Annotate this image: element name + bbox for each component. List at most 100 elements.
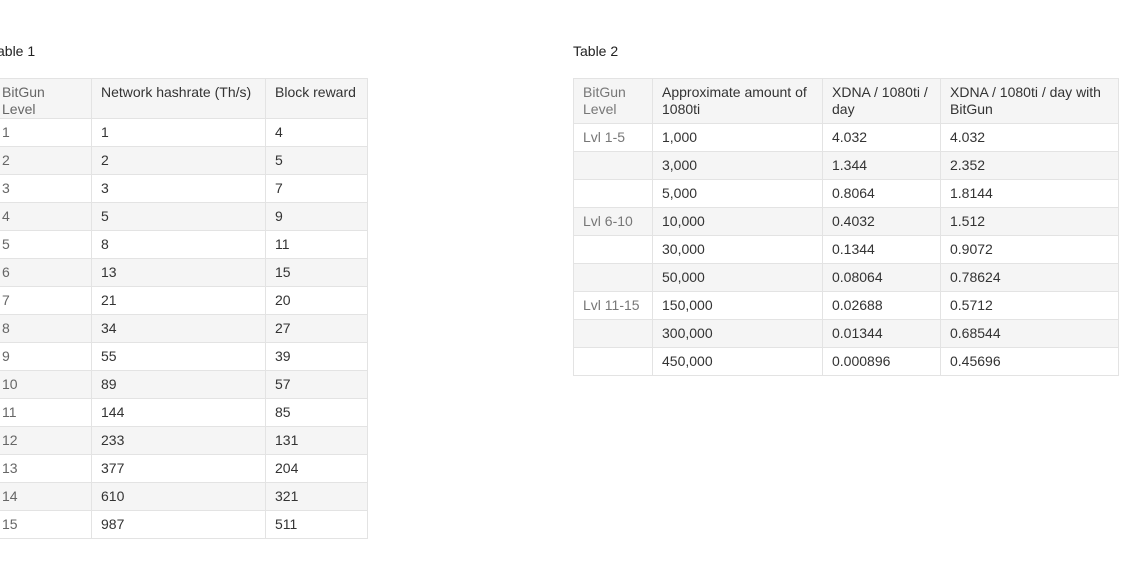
hashrate-cell: 610	[91, 482, 266, 511]
xdna-day-cell: 1.344	[822, 151, 941, 180]
reward-cell: 131	[265, 426, 368, 455]
xdna-day-bitgun-cell: 0.5712	[940, 291, 1119, 320]
table-row: 30,000 0.1344 0.9072	[573, 235, 1119, 264]
table-row: 8 34 27	[0, 314, 368, 343]
reward-cell: 5	[265, 146, 368, 175]
table-row: 14 610 321	[0, 482, 368, 511]
xdna-day-cell: 0.8064	[822, 179, 941, 208]
level-cell: 1	[0, 118, 92, 147]
amount-cell: 300,000	[652, 319, 823, 348]
table-row: 459	[0, 202, 368, 231]
xdna-day-cell: 4.032	[822, 123, 941, 152]
hashrate-cell: 987	[91, 510, 266, 539]
amount-cell: 5,000	[652, 179, 823, 208]
amount-cell: 3,000	[652, 151, 823, 180]
level-cell	[573, 235, 653, 264]
hashrate-cell: 21	[91, 286, 266, 315]
reward-cell: 7	[265, 174, 368, 203]
reward-cell: 85	[265, 398, 368, 427]
level-cell: 9	[0, 342, 92, 371]
level-cell: 7	[0, 286, 92, 315]
hashrate-cell: 144	[91, 398, 266, 427]
table-row: 337	[0, 174, 368, 203]
amount-cell: 1,000	[652, 123, 823, 152]
xdna-day-cell: 0.000896	[822, 347, 941, 376]
level-cell: 6	[0, 258, 92, 287]
page: Table 1 BitGun Level Network hashrate (T…	[0, 0, 1135, 563]
level-cell: 8	[0, 314, 92, 343]
table2: BitGun Level Approximate amount of 1080t…	[573, 78, 1119, 376]
hashrate-cell: 34	[91, 314, 266, 343]
level-cell: Lvl 11-15	[573, 291, 653, 320]
table-row: 3,000 1.344 2.352	[573, 151, 1119, 180]
table2-header-amount: Approximate amount of 1080ti	[652, 78, 823, 124]
xdna-day-bitgun-cell: 4.032	[940, 123, 1119, 152]
reward-cell: 4	[265, 118, 368, 147]
xdna-day-bitgun-cell: 1.8144	[940, 179, 1119, 208]
table1-caption: Table 1	[0, 43, 36, 59]
table-row: 5,000 0.8064 1.8144	[573, 179, 1119, 208]
table-row: 11 144 85	[0, 398, 368, 427]
amount-cell: 10,000	[652, 207, 823, 236]
xdna-day-cell: 0.4032	[822, 207, 941, 236]
level-cell	[573, 179, 653, 208]
xdna-day-bitgun-cell: 0.68544	[940, 319, 1119, 348]
table-row: 450,000 0.000896 0.45696	[573, 347, 1119, 376]
xdna-day-cell: 0.01344	[822, 319, 941, 348]
table-row: 7 21 20	[0, 286, 368, 315]
table2-header-xdna-day: XDNA / 1080ti / day	[822, 78, 941, 124]
hashrate-cell: 377	[91, 454, 266, 483]
reward-cell: 321	[265, 482, 368, 511]
level-cell: Lvl 6-10	[573, 207, 653, 236]
table-row: 50,000 0.08064 0.78624	[573, 263, 1119, 292]
amount-cell: 30,000	[652, 235, 823, 264]
table-row: 10 89 57	[0, 370, 368, 399]
level-cell: 12	[0, 426, 92, 455]
xdna-day-cell: 0.08064	[822, 263, 941, 292]
reward-cell: 27	[265, 314, 368, 343]
table-row: Lvl 1-5 1,000 4.032 4.032	[573, 123, 1119, 152]
level-cell	[573, 263, 653, 292]
hashrate-cell: 5	[91, 202, 266, 231]
table-row: Lvl 11-15 150,000 0.02688 0.5712	[573, 291, 1119, 320]
hashrate-cell: 13	[91, 258, 266, 287]
level-cell: 5	[0, 230, 92, 259]
amount-cell: 450,000	[652, 347, 823, 376]
hashrate-cell: 55	[91, 342, 266, 371]
amount-cell: 50,000	[652, 263, 823, 292]
table2-body: Lvl 1-5 1,000 4.032 4.032 3,000 1.344 2.352 5,0…	[573, 123, 1119, 376]
table2-header-xdna-day-bitgun: XDNA / 1080ti / day with BitGun	[940, 78, 1119, 124]
level-cell: 11	[0, 398, 92, 427]
reward-cell: 57	[265, 370, 368, 399]
table2-header-level: BitGun Level	[573, 78, 653, 124]
table-row: Lvl 6-10 10,000 0.4032 1.512	[573, 207, 1119, 236]
level-cell: 4	[0, 202, 92, 231]
xdna-day-cell: 0.02688	[822, 291, 941, 320]
xdna-day-bitgun-cell: 1.512	[940, 207, 1119, 236]
level-cell: 10	[0, 370, 92, 399]
level-cell: 3	[0, 174, 92, 203]
table-row: 12 233 131	[0, 426, 368, 455]
table1-header-level: BitGun Level	[0, 78, 92, 119]
hashrate-cell: 233	[91, 426, 266, 455]
table1-header-reward: Block reward	[265, 78, 368, 119]
level-cell	[573, 151, 653, 180]
reward-cell: 15	[265, 258, 368, 287]
xdna-day-bitgun-cell: 0.45696	[940, 347, 1119, 376]
table-row: 15 987 511	[0, 510, 368, 539]
reward-cell: 39	[265, 342, 368, 371]
level-cell: 2	[0, 146, 92, 175]
reward-cell: 11	[265, 230, 368, 259]
hashrate-cell: 1	[91, 118, 266, 147]
table1-body: 1 1 4 2 2 5 3 3 7 4 5 9 5 8 11 6 13 15 7 21 20 8 34 27 9 55 39 10 89…	[0, 118, 368, 539]
amount-cell: 150,000	[652, 291, 823, 320]
table-row: 13 377 204	[0, 454, 368, 483]
table-row: 300,000 0.01344 0.68544	[573, 319, 1119, 348]
table-row: 9 55 39	[0, 342, 368, 371]
table-row: 114	[0, 118, 368, 147]
xdna-day-bitgun-cell: 0.78624	[940, 263, 1119, 292]
xdna-day-cell: 0.1344	[822, 235, 941, 264]
level-cell	[573, 319, 653, 348]
hashrate-cell: 2	[91, 146, 266, 175]
table1-header-hashrate: Network hashrate (Th/s)	[91, 78, 266, 119]
